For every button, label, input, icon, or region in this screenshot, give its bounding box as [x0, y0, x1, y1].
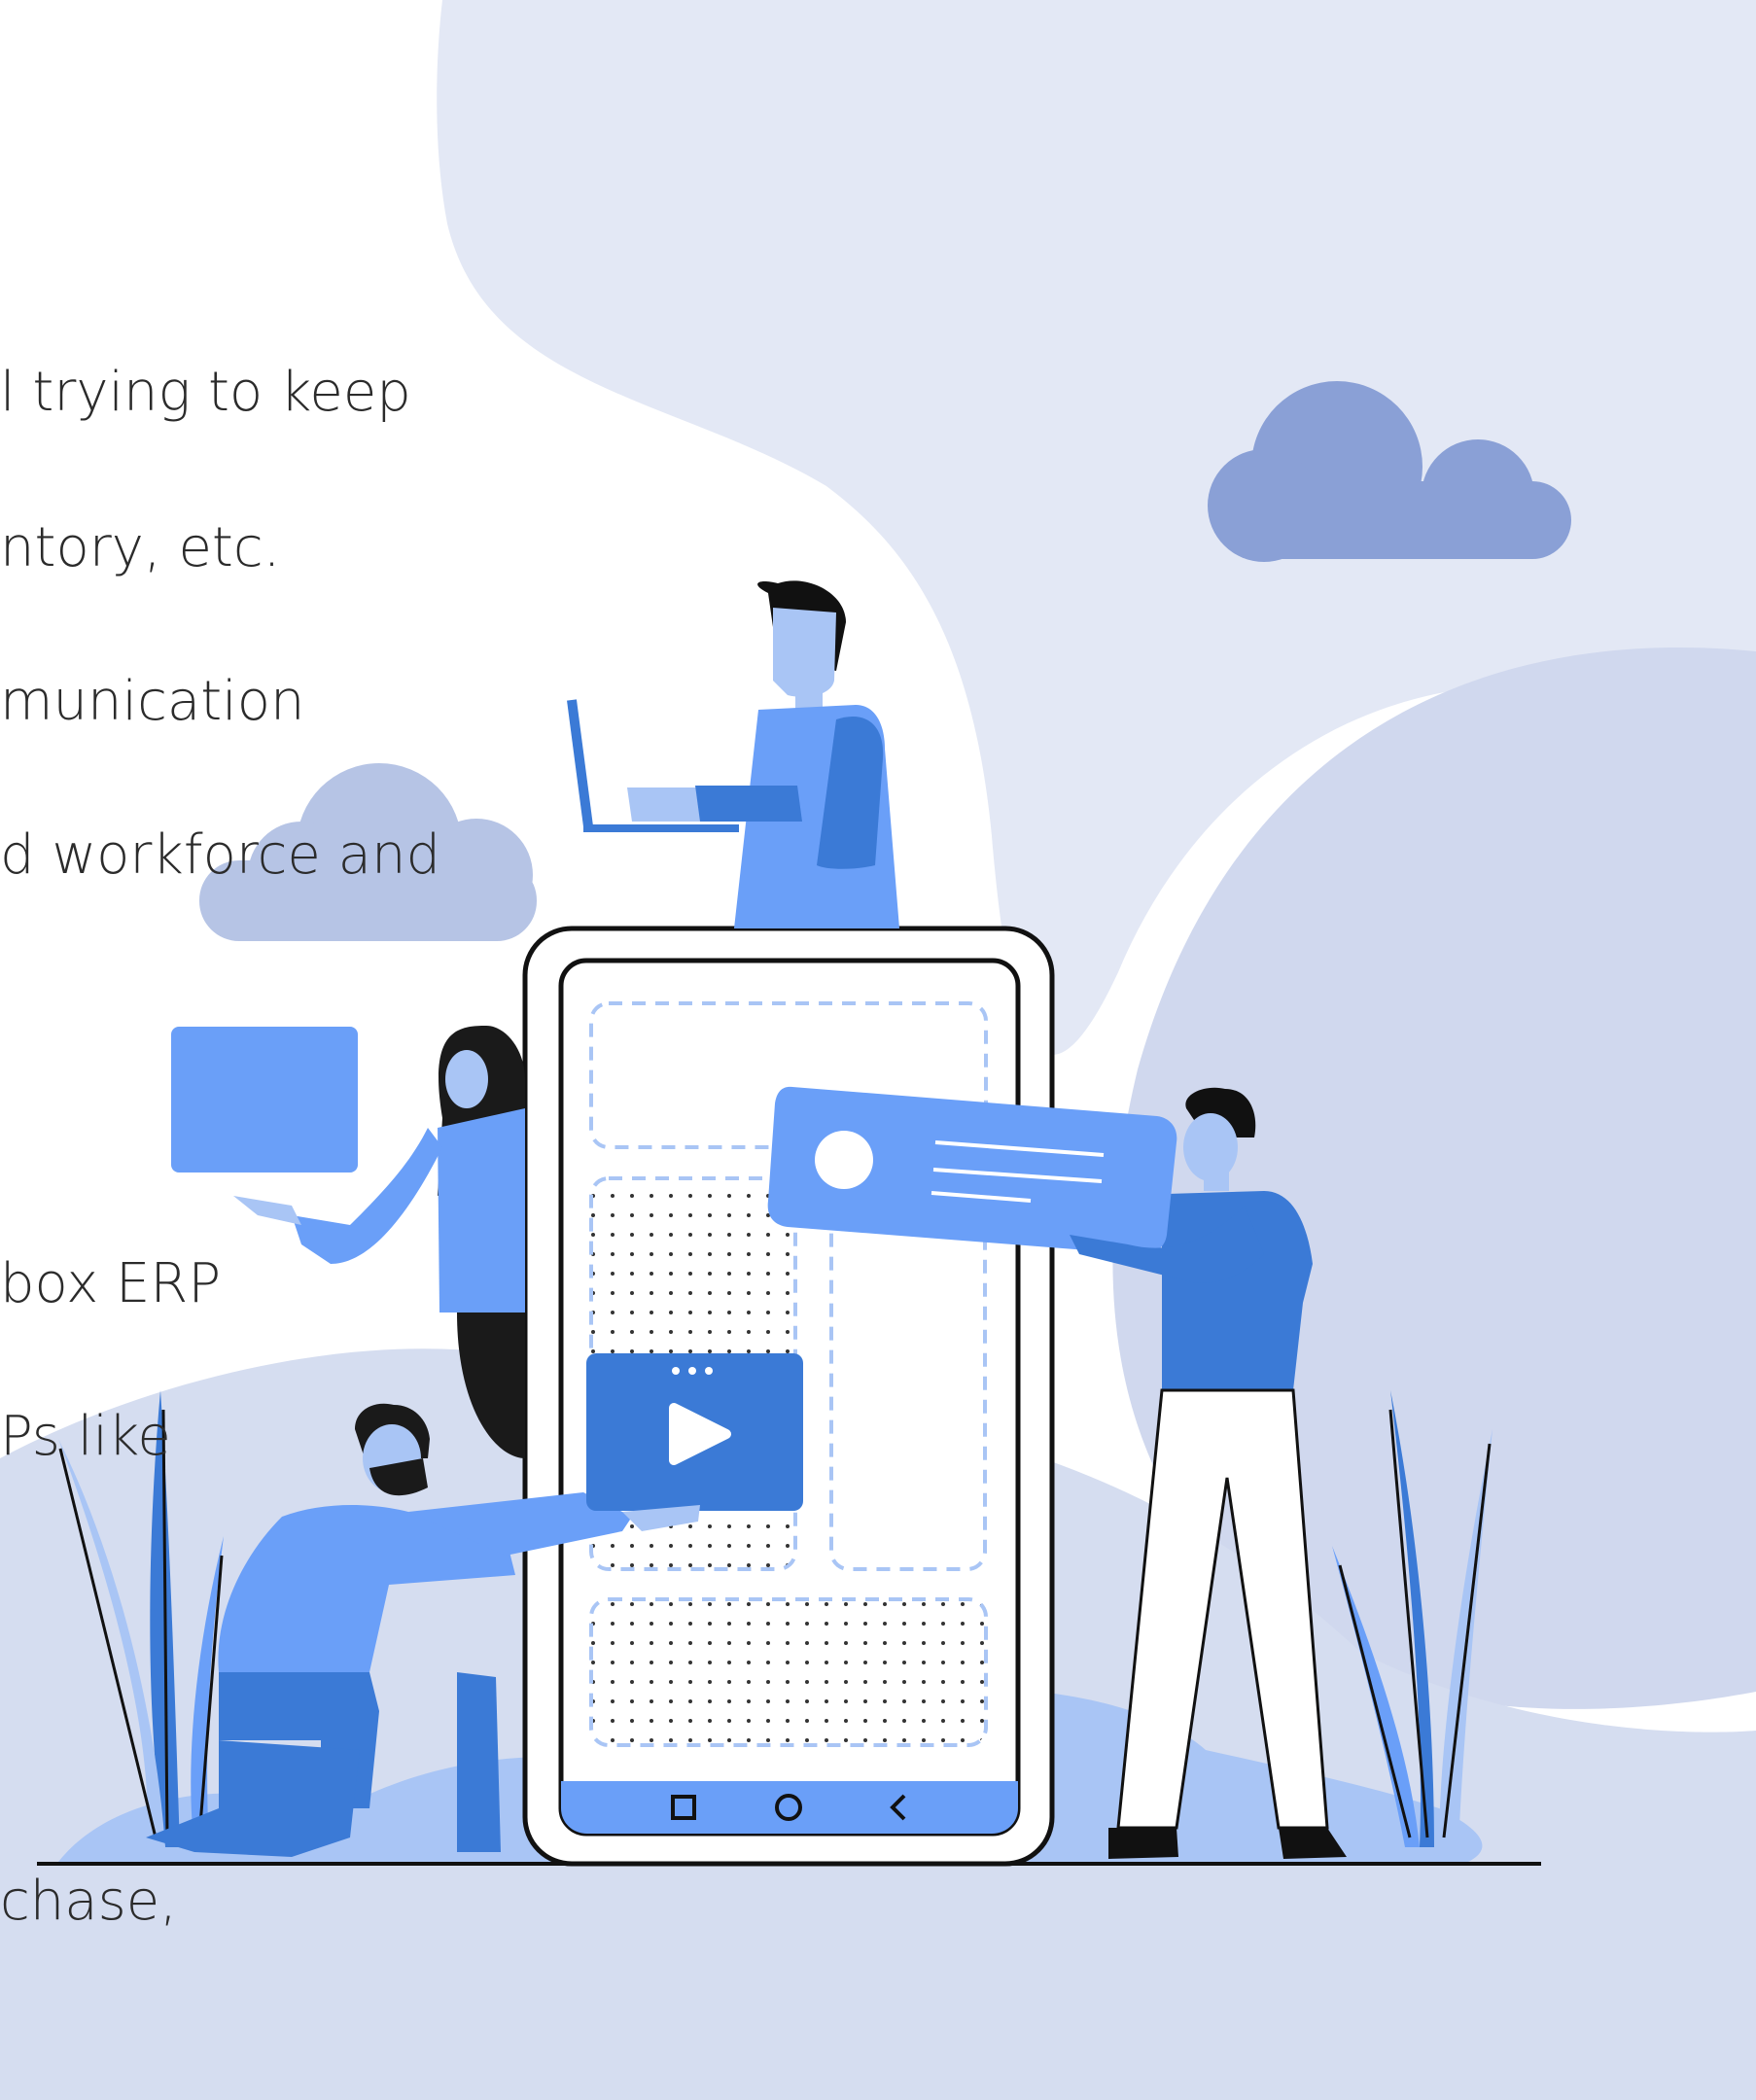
body-text-line: l trying to keep	[0, 361, 411, 424]
person-laptop-illustration	[567, 580, 899, 928]
background-blob-bottom-fill	[0, 1847, 1756, 2100]
body-text-line: Ps like	[0, 1405, 171, 1468]
body-text-line: chase,	[0, 1870, 178, 1933]
floating-card-icon	[171, 1027, 358, 1172]
illustration-scene	[0, 0, 1756, 2100]
body-text-line: munication	[0, 670, 305, 733]
body-text-line: d workforce and	[0, 823, 441, 887]
body-text-line: ntory, etc.	[0, 516, 281, 579]
body-text-line: box ERP	[0, 1252, 222, 1315]
notification-card-icon	[767, 1086, 1177, 1255]
